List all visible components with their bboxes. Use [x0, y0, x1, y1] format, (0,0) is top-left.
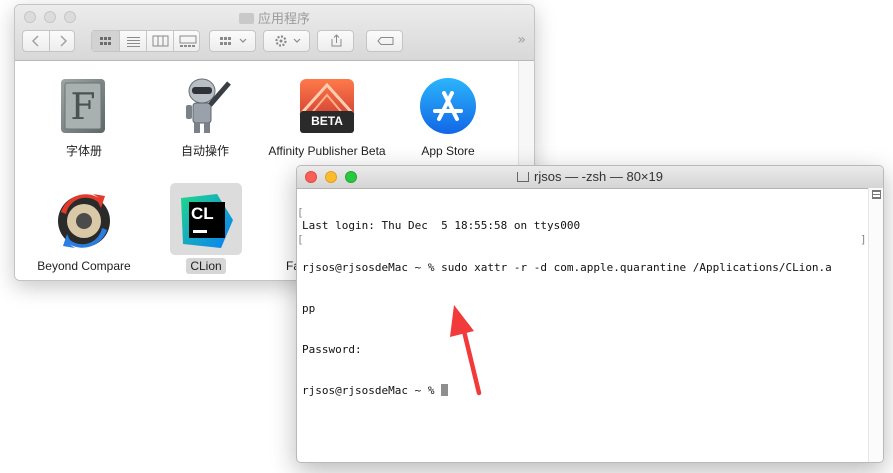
terminal-prompt: rjsos@rjsosdeMac ~ %: [302, 383, 442, 397]
app-store-icon: [417, 75, 479, 137]
home-icon: [517, 172, 530, 182]
mark-bracket-left: [: [297, 233, 304, 246]
list-icon: [127, 37, 140, 47]
finder-title: 应用程序: [15, 8, 534, 27]
terminal-line: pp: [302, 301, 316, 315]
app-label: 自动操作: [180, 144, 229, 158]
app-label: 字体册: [65, 144, 102, 158]
icon-view-button[interactable]: [92, 31, 119, 51]
terminal-titlebar[interactable]: rjsos — -zsh — 80×19: [297, 166, 883, 189]
annotation-arrow-icon: [450, 305, 482, 396]
terminal-window: rjsos — -zsh — 80×19 Last login: Thu Dec…: [296, 165, 884, 463]
grid-icon: [100, 37, 111, 45]
back-button[interactable]: [23, 31, 49, 51]
group-grid-icon: [220, 37, 247, 45]
view-mode-control: [91, 30, 200, 52]
terminal-line: Last login: Thu Dec 5 18:55:58 on ttys00…: [302, 219, 581, 233]
app-label: Affinity Publisher Beta: [268, 144, 386, 158]
gallery-view-button[interactable]: [173, 31, 202, 51]
terminal-prompt-line: rjsos@rjsosdeMac ~ %: [302, 383, 864, 398]
column-view-button[interactable]: [146, 31, 174, 51]
finder-toolbar: 应用程序 »: [15, 5, 534, 61]
app-item-font-book[interactable]: F 字体册: [25, 75, 143, 159]
app-item-affinity-publisher[interactable]: BETA Affinity Publisher Beta: [268, 75, 386, 159]
chevron-left-icon: [31, 35, 39, 47]
gear-icon: [275, 35, 301, 47]
terminal-title: rjsos — -zsh — 80×19: [297, 169, 883, 184]
beta-badge: BETA: [311, 114, 343, 128]
share-icon: [331, 34, 342, 47]
clion-badge: CL: [191, 204, 214, 223]
automator-robot-icon: [174, 75, 236, 137]
mark-bracket-right: ]: [860, 233, 867, 246]
terminal-scrollbar[interactable]: [868, 188, 883, 462]
svg-text:F: F: [71, 87, 96, 128]
font-book-icon: F: [53, 75, 115, 137]
beyond-compare-icon: [53, 190, 115, 252]
columns-icon: [152, 35, 169, 47]
folder-icon: [238, 13, 254, 24]
terminal-line: rjsos@rjsosdeMac ~ % sudo xattr -r -d co…: [302, 260, 832, 274]
app-item-automator[interactable]: 自动操作: [146, 75, 264, 159]
clion-icon: CL: [175, 190, 237, 252]
split-pane-icon[interactable]: [872, 190, 881, 199]
affinity-publisher-icon: BETA: [296, 75, 358, 137]
chevron-right-icon: [60, 35, 68, 47]
app-item-clion[interactable]: CL CLion: [147, 190, 265, 274]
list-view-button[interactable]: [119, 31, 147, 51]
app-label: CLion: [186, 258, 226, 274]
tags-button[interactable]: [366, 30, 403, 52]
gallery-icon: [179, 35, 197, 47]
app-item-app-store[interactable]: App Store: [389, 75, 507, 159]
app-item-beyond-compare[interactable]: Beyond Compare: [25, 190, 143, 274]
toolbar-overflow-button[interactable]: »: [517, 32, 526, 48]
forward-button[interactable]: [49, 31, 76, 51]
terminal-line: Password:: [302, 342, 362, 356]
group-by-button[interactable]: [209, 30, 256, 52]
tag-icon: [377, 37, 394, 45]
app-label: Beyond Compare: [37, 259, 131, 273]
share-button[interactable]: [317, 30, 354, 52]
app-label: App Store: [421, 144, 475, 158]
mark-bracket-left: [: [297, 206, 304, 219]
nav-buttons: [22, 30, 75, 52]
terminal-output[interactable]: Last login: Thu Dec 5 18:55:58 on ttys00…: [302, 192, 864, 425]
action-button[interactable]: [263, 30, 310, 52]
